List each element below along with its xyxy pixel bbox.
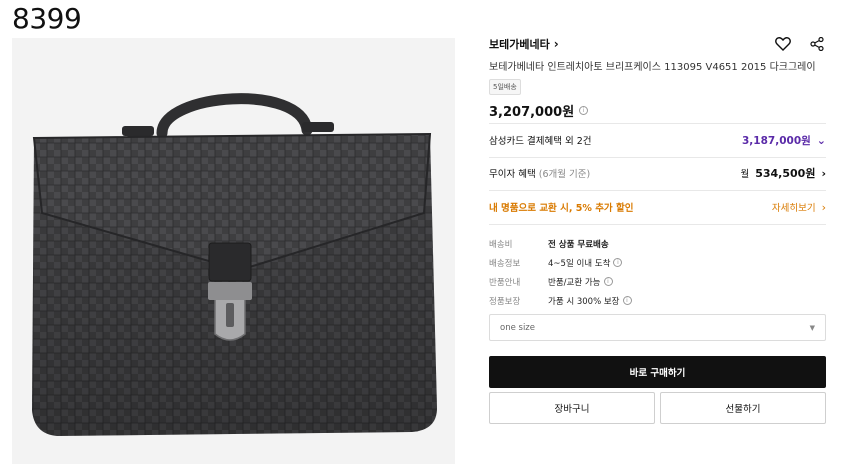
installment-label: 무이자 혜택 <box>489 169 536 180</box>
card-benefit-price: 3,187,000원 <box>742 134 811 147</box>
gift-button[interactable]: 선물하기 <box>660 392 826 424</box>
image-number-label: 8399 <box>12 2 82 35</box>
installment-row[interactable]: 무이자 혜택 (6개월 기준) 월 534,500원 › <box>489 165 826 181</box>
info-icon[interactable]: i <box>622 296 632 305</box>
dropdown-arrow-icon: ▼ <box>809 323 815 332</box>
product-price: 3,207,000원 <box>489 105 575 120</box>
info-icon[interactable]: i <box>603 277 613 286</box>
chevron-right-icon: › <box>821 166 826 180</box>
divider <box>489 190 826 191</box>
detail-row: 반품안내 반품/교환 가능 i <box>489 272 826 291</box>
shipping-details: 배송비 전 상품 무료배송 배송정보 4~5일 이내 도착 i 반품안내 반품/교… <box>489 234 826 310</box>
briefcase-illustration <box>32 93 437 436</box>
chevron-down-icon: ⌄ <box>816 133 826 147</box>
product-image <box>12 38 455 464</box>
detail-label: 정품보장 <box>489 296 521 307</box>
brand-row: 보테가베네타 › <box>489 34 826 54</box>
installment-price: 534,500원 <box>755 167 816 180</box>
brand-name: 보테가베네타 <box>489 38 550 51</box>
detail-row: 정품보장 가품 시 300% 보장 i <box>489 291 826 310</box>
buy-now-button[interactable]: 바로 구매하기 <box>489 356 826 388</box>
detail-value: 가품 시 300% 보장 <box>548 296 620 307</box>
detail-label: 반품안내 <box>489 277 521 288</box>
detail-value: 전 상품 무료배송 <box>548 239 609 250</box>
product-info-panel: 보테가베네타 › 보테가베네타 인트레치아토 브리프케이스 113095 V46… <box>489 34 826 424</box>
add-to-cart-button[interactable]: 장바구니 <box>489 392 655 424</box>
divider <box>489 123 826 124</box>
detail-row: 배송정보 4~5일 이내 도착 i <box>489 253 826 272</box>
card-benefit-label: 삼성카드 결제혜택 외 2건 <box>489 136 592 147</box>
divider <box>489 224 826 225</box>
detail-value: 4~5일 이내 도착 <box>548 258 611 269</box>
chevron-right-icon: › <box>821 200 826 214</box>
detail-value: 반품/교환 가능 <box>548 277 601 288</box>
option-select-value: one size <box>500 322 536 333</box>
card-benefit-row[interactable]: 삼성카드 결제혜택 외 2건 3,187,000원 ⌄ <box>489 132 826 148</box>
heart-icon[interactable] <box>774 35 792 53</box>
installment-prefix: 월 <box>740 169 750 180</box>
chevron-right-icon: › <box>553 37 559 51</box>
option-select[interactable]: one size ▼ <box>489 314 826 341</box>
promo-details-link[interactable]: 자세히보기 <box>772 200 816 214</box>
info-icon[interactable]: i <box>613 258 623 267</box>
delivery-badge: 5일배송 <box>489 79 521 95</box>
share-icon[interactable] <box>808 35 826 53</box>
installment-sub: (6개월 기준) <box>538 169 591 180</box>
trade-in-promo-text: 내 명품으로 교환 시, 5% 추가 할인 <box>489 203 634 214</box>
detail-row: 배송비 전 상품 무료배송 <box>489 234 826 253</box>
brand-link[interactable]: 보테가베네타 › <box>489 36 559 52</box>
detail-label: 배송비 <box>489 239 513 250</box>
detail-label: 배송정보 <box>489 258 521 269</box>
divider <box>489 157 826 158</box>
trade-in-promo-row[interactable]: 내 명품으로 교환 시, 5% 추가 할인 자세히보기 › <box>489 199 826 215</box>
product-title: 보테가베네타 인트레치아토 브리프케이스 113095 V4651 2015 다… <box>489 62 816 73</box>
info-icon[interactable]: i <box>579 106 589 115</box>
